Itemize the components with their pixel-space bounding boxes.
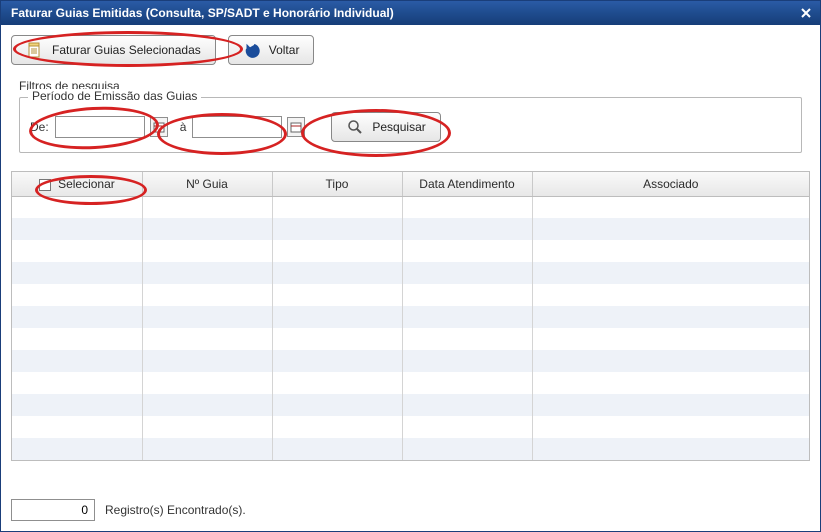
search-icon [346, 118, 364, 136]
document-icon [26, 41, 44, 59]
table-row [12, 284, 809, 306]
periodo-legend: Período de Emissão das Guias [28, 89, 201, 103]
voltar-label: Voltar [269, 43, 300, 57]
col-header-selecionar-label: Selecionar [58, 177, 115, 191]
table-row [12, 372, 809, 394]
table-row [12, 262, 809, 284]
table-row [12, 218, 809, 240]
select-all-checkbox[interactable] [39, 179, 51, 191]
record-count-label: Registro(s) Encontrado(s). [105, 503, 246, 517]
undo-icon [243, 41, 261, 59]
toolbar: Faturar Guias Selecionadas Voltar [1, 25, 820, 71]
table-row [12, 196, 809, 218]
record-count-field [11, 499, 95, 521]
voltar-button[interactable]: Voltar [228, 35, 315, 65]
table-row [12, 394, 809, 416]
de-date-input[interactable] [55, 116, 145, 138]
table-row [12, 350, 809, 372]
a-date-input[interactable] [192, 116, 282, 138]
table-row [12, 328, 809, 350]
col-header-nguia[interactable]: Nº Guia [142, 172, 272, 196]
de-label: De: [30, 120, 49, 134]
filters-section: Filtros de pesquisa Período de Emissão d… [11, 75, 810, 163]
pesquisar-label: Pesquisar [372, 120, 425, 134]
faturar-guias-button[interactable]: Faturar Guias Selecionadas [11, 35, 216, 65]
calendar-icon-de[interactable] [150, 117, 168, 137]
col-header-associado[interactable]: Associado [532, 172, 809, 196]
close-icon[interactable] [798, 5, 814, 21]
pesquisar-button[interactable]: Pesquisar [331, 112, 440, 142]
a-label: à [180, 120, 187, 134]
results-grid: Selecionar Nº Guia Tipo Data Atendimento… [11, 171, 810, 461]
faturar-guias-label: Faturar Guias Selecionadas [52, 43, 201, 57]
periodo-fieldset: Período de Emissão das Guias De: à Pesqu… [19, 97, 802, 153]
col-header-data[interactable]: Data Atendimento [402, 172, 532, 196]
grid-header-row: Selecionar Nº Guia Tipo Data Atendimento… [12, 172, 809, 196]
table-row [12, 438, 809, 460]
table-row [12, 240, 809, 262]
table-row [12, 416, 809, 438]
window-title: Faturar Guias Emitidas (Consulta, SP/SAD… [11, 6, 798, 20]
calendar-icon-a[interactable] [287, 117, 305, 137]
grid-body [12, 196, 809, 460]
col-header-tipo[interactable]: Tipo [272, 172, 402, 196]
table-row [12, 306, 809, 328]
col-header-selecionar[interactable]: Selecionar [12, 172, 142, 196]
window-titlebar: Faturar Guias Emitidas (Consulta, SP/SAD… [1, 1, 820, 25]
footer: Registro(s) Encontrado(s). [11, 499, 246, 521]
